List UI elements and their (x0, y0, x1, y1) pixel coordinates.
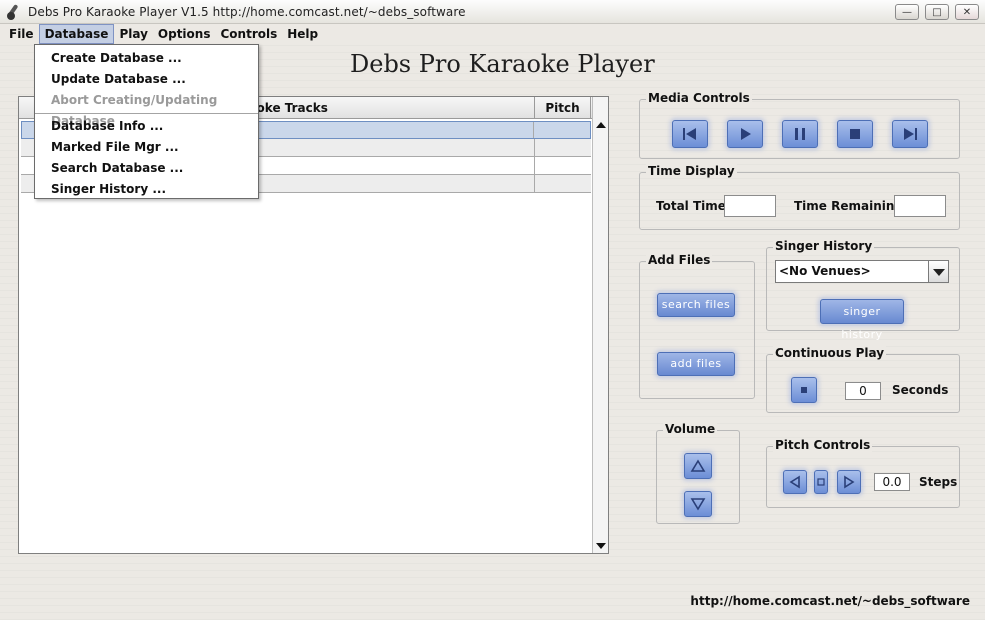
menu-item-marked-file-mgr[interactable]: Marked File Mgr ... (35, 137, 258, 158)
menu-item-abort-database: Abort Creating/Updating Database (51, 93, 218, 128)
time-display-label: Time Display (646, 164, 737, 178)
pitch-cell (535, 175, 591, 192)
search-files-button[interactable]: search files (657, 293, 735, 317)
menu-controls[interactable]: Controls (215, 24, 282, 44)
minimize-icon: — (902, 6, 912, 18)
media-controls-label: Media Controls (646, 91, 752, 105)
pitch-controls-group: Pitch Controls 0.0 Steps (766, 438, 960, 508)
venue-dropdown-value: <No Venues> (779, 264, 871, 278)
play-icon (728, 121, 762, 147)
skip-back-button[interactable] (672, 120, 708, 148)
time-display-group: Time Display Total Time Time Remaining (639, 164, 960, 230)
add-files-label: Add Files (646, 253, 713, 267)
pitch-reset-button[interactable] (814, 470, 828, 494)
pitch-up-button[interactable] (837, 470, 861, 494)
pitch-cell (534, 122, 590, 138)
title-bar: Debs Pro Karaoke Player V1.5 http://home… (0, 0, 985, 24)
column-header-pitch[interactable]: Pitch (535, 97, 591, 119)
stop-button[interactable] (837, 120, 873, 148)
skip-back-icon (673, 121, 707, 147)
footer-url: http://home.comcast.net/~debs_software (690, 594, 970, 608)
steps-label: Steps (919, 475, 958, 489)
volume-group: Volume (656, 422, 740, 524)
menu-item-search-database[interactable]: Search Database ... (35, 158, 258, 179)
square-icon (815, 471, 827, 493)
singer-history-button[interactable]: singer history (820, 299, 904, 341)
add-files-group: Add Files search files add files (639, 253, 755, 399)
maximize-icon: □ (932, 6, 942, 18)
volume-up-button[interactable] (684, 453, 712, 479)
triangle-left-icon (784, 471, 806, 493)
close-button[interactable]: ✕ (955, 4, 979, 20)
seconds-label: Seconds (892, 383, 949, 397)
total-time-label: Total Time (656, 199, 726, 213)
volume-label: Volume (663, 422, 718, 436)
database-menu: Create Database ... Update Database ... … (34, 44, 259, 199)
minimize-button[interactable]: — (895, 4, 919, 20)
square-icon (792, 378, 816, 402)
menu-file[interactable]: File (4, 24, 39, 44)
volume-down-button[interactable] (684, 491, 712, 517)
maximize-button[interactable]: □ (925, 4, 949, 20)
scroll-up-icon[interactable] (596, 122, 606, 128)
pitch-controls-label: Pitch Controls (773, 438, 873, 452)
continuous-play-seconds-field[interactable]: 0 (845, 382, 881, 400)
app-heading: Debs Pro Karaoke Player (350, 50, 655, 78)
close-icon: ✕ (962, 6, 972, 18)
pause-icon (783, 121, 817, 147)
menu-item-database-info[interactable]: Database Info ... (35, 116, 258, 137)
menu-options[interactable]: Options (153, 24, 216, 44)
singer-history-label: Singer History (773, 239, 875, 253)
triangle-right-icon (838, 471, 860, 493)
pitch-cell (535, 157, 591, 174)
add-files-button[interactable]: add files (657, 352, 735, 376)
menu-database[interactable]: Database (38, 24, 115, 44)
track-table-scrollbar[interactable] (592, 97, 608, 553)
continuous-play-group: Continuous Play 0 Seconds (766, 346, 960, 413)
skip-forward-icon (893, 121, 927, 147)
guitar-icon (4, 3, 22, 21)
menu-item-create-database[interactable]: Create Database ... (35, 48, 258, 69)
menu-bar: File Database Play Options Controls Help (0, 24, 985, 44)
continuous-play-label: Continuous Play (773, 346, 887, 360)
menu-help[interactable]: Help (282, 24, 323, 44)
menu-play[interactable]: Play (114, 24, 152, 44)
pitch-down-button[interactable] (783, 470, 807, 494)
triangle-down-icon (685, 492, 711, 516)
play-button[interactable] (727, 120, 763, 148)
menu-item-singer-history[interactable]: Singer History ... (35, 179, 258, 200)
media-controls-group: Media Controls (639, 91, 960, 159)
pause-button[interactable] (782, 120, 818, 148)
scroll-down-icon[interactable] (596, 543, 606, 549)
time-remaining-field[interactable] (894, 195, 946, 217)
chevron-down-icon[interactable] (928, 261, 948, 282)
continuous-play-toggle[interactable] (791, 377, 817, 403)
venue-dropdown[interactable]: <No Venues> (775, 260, 949, 283)
window-title: Debs Pro Karaoke Player V1.5 http://home… (28, 4, 466, 19)
triangle-up-icon (685, 454, 711, 478)
skip-forward-button[interactable] (892, 120, 928, 148)
menu-item-update-database[interactable]: Update Database ... (35, 69, 258, 90)
stop-icon (838, 121, 872, 147)
pitch-cell (535, 139, 591, 156)
pitch-steps-field[interactable]: 0.0 (874, 473, 910, 491)
total-time-field[interactable] (724, 195, 776, 217)
time-remaining-label: Time Remaining (794, 199, 904, 213)
